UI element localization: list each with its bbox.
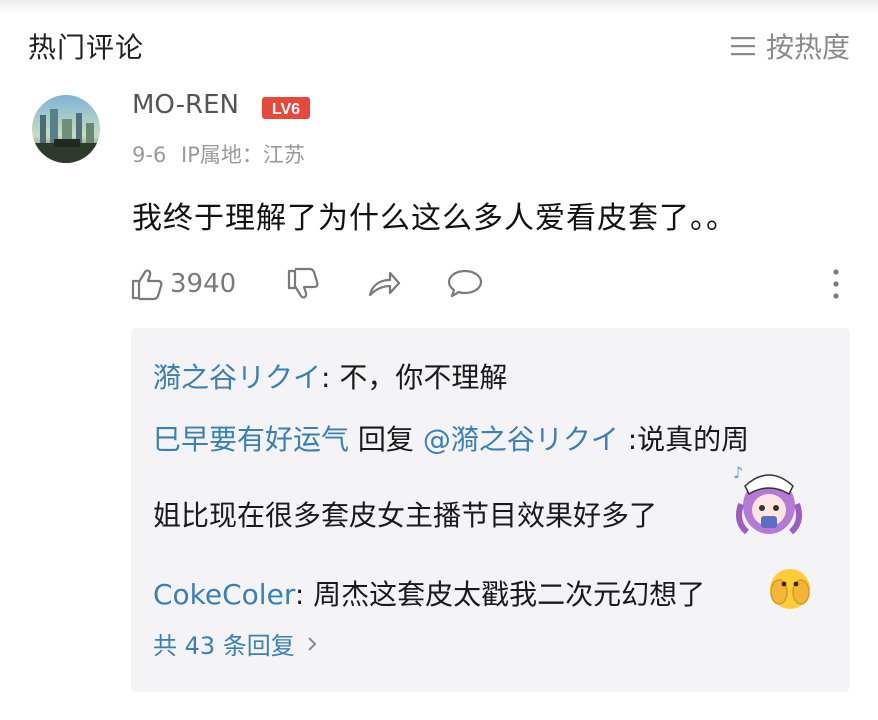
- chevron-right-icon: [308, 636, 317, 651]
- level-badge: LV6: [262, 97, 310, 119]
- comment-icon: [447, 269, 483, 298]
- reply-text: 周杰这套皮太戳我二次元幻想了: [304, 578, 706, 611]
- sort-button[interactable]: 按热度: [730, 26, 850, 66]
- like-button[interactable]: 3940: [130, 262, 236, 306]
- share-button[interactable]: [366, 262, 402, 306]
- comment-actions: 3940: [130, 262, 850, 306]
- reply-text-continued: 姐比现在很多套皮女主播节目效果好多了: [153, 499, 658, 532]
- comment-username[interactable]: MO-REN: [132, 90, 239, 120]
- reply-item: 漪之谷リクイ: 不，你不理解: [153, 356, 507, 396]
- svg-text:♪: ♪: [733, 463, 743, 482]
- reply-author[interactable]: 漪之谷リクイ: [153, 361, 321, 394]
- reply-button[interactable]: [446, 262, 484, 306]
- section-title: 热门评论: [28, 31, 145, 64]
- reply-word: 回复: [349, 423, 423, 456]
- view-all-replies-label: 共 43 条回复: [153, 632, 295, 660]
- like-count: 3940: [170, 269, 237, 299]
- avatar-image: [32, 95, 100, 163]
- reply-author[interactable]: 巳早要有好运气: [153, 423, 349, 456]
- dislike-button[interactable]: [286, 262, 320, 306]
- reply-mention[interactable]: @漪之谷リクイ: [423, 423, 619, 456]
- more-options-button[interactable]: [826, 266, 846, 302]
- comment-text: 我终于理解了为什么这么多人爱看皮套了。。: [132, 201, 737, 236]
- avatar[interactable]: [32, 95, 100, 163]
- face-with-hands-emoji: [770, 569, 810, 609]
- reply-item: CokeColer: 周杰这套皮太戳我二次元幻想了: [153, 573, 705, 613]
- thumbs-up-icon: [131, 269, 163, 301]
- comment-date: 9-6: [132, 143, 167, 167]
- view-all-replies-link[interactable]: 共 43 条回复: [153, 626, 321, 661]
- reply-author[interactable]: CokeColer: [153, 578, 295, 611]
- comment-meta: 9-6 IP属地：江苏: [132, 139, 305, 169]
- level-badge-text: LV6: [272, 101, 300, 118]
- share-icon: [368, 271, 401, 297]
- anime-girl-sticker: ♪: [733, 463, 802, 535]
- top-shadow: [0, 0, 878, 14]
- sort-label: 按热度: [765, 31, 850, 64]
- comments-header: 热门评论 按热度: [0, 26, 878, 66]
- list-icon: [730, 37, 755, 56]
- reply-separator: :: [294, 578, 305, 611]
- thumbs-down-icon: [287, 267, 319, 299]
- reply-item: 巳早要有好运气 回复 @漪之谷リクイ :说真的周: [153, 418, 749, 458]
- more-icon: [833, 269, 839, 299]
- reply-text: 不，你不理解: [330, 361, 508, 394]
- reply-text: :说真的周: [618, 423, 750, 456]
- reply-preview-box: 漪之谷リクイ: 不，你不理解 巳早要有好运气 回复 @漪之谷リクイ :说真的周 …: [131, 328, 850, 692]
- ip-location: IP属地：江苏: [181, 143, 305, 167]
